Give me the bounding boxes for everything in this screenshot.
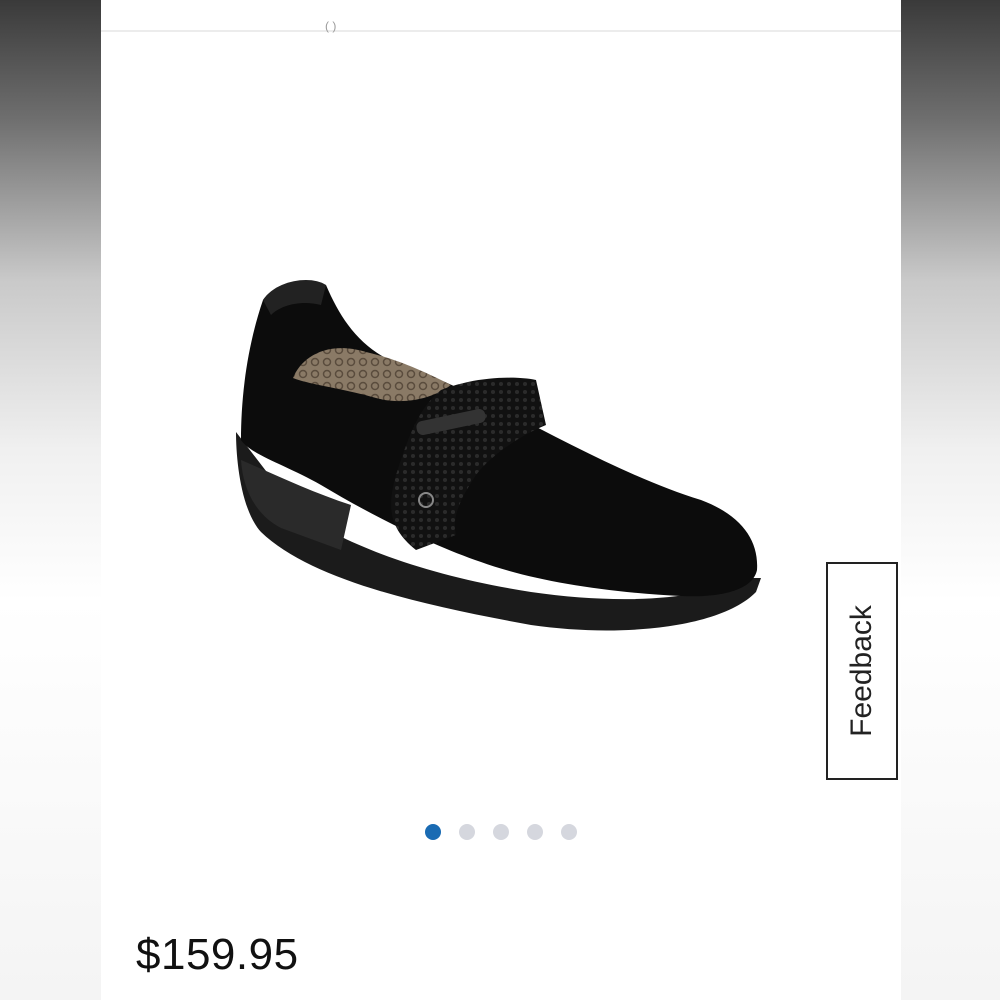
background-left-margin (0, 0, 101, 1000)
background-right-margin (901, 0, 1000, 1000)
product-image[interactable] (201, 260, 801, 660)
feedback-button[interactable]: Feedback (826, 562, 898, 780)
header-partial-glyph: ( ) (325, 19, 337, 33)
carousel-dot-5[interactable] (561, 824, 577, 840)
product-page: ( ) $159.95 (101, 0, 901, 1000)
carousel-dot-2[interactable] (459, 824, 475, 840)
image-carousel-indicator (101, 824, 901, 840)
carousel-dot-4[interactable] (527, 824, 543, 840)
carousel-dot-1[interactable] (425, 824, 441, 840)
header-divider (101, 30, 901, 32)
carousel-dot-3[interactable] (493, 824, 509, 840)
product-price: $159.95 (136, 930, 299, 979)
feedback-label: Feedback (845, 605, 878, 737)
